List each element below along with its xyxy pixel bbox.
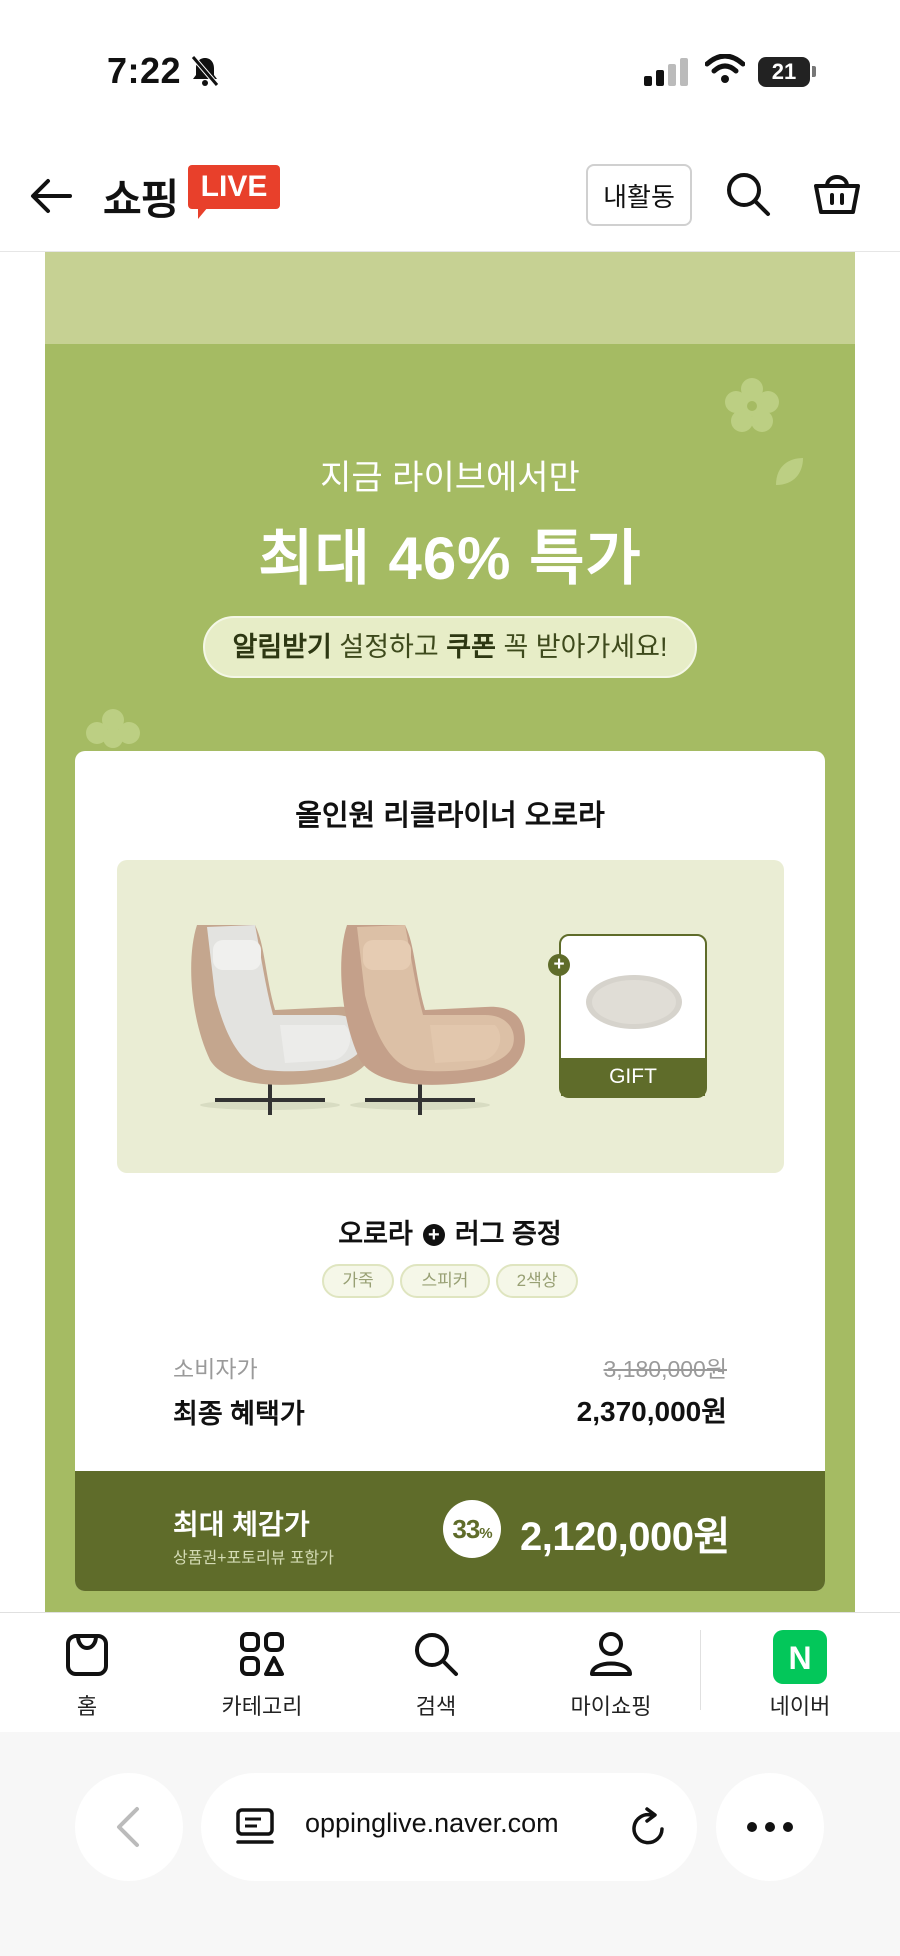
final-price-label: 최종 혜택가	[173, 1399, 305, 1429]
recliner-chair-beige-image	[341, 925, 525, 1115]
max-price-label: 최대 체감가	[173, 1509, 310, 1540]
logo-shopping[interactable]: 쇼핑	[103, 166, 179, 227]
consumer-price: 3,180,000원	[603, 1356, 727, 1382]
discount-unit: %	[479, 1525, 492, 1542]
coupon-text: 꼭 받아가세요!	[495, 632, 668, 662]
bundle-description: 오로라 + 러그 증정	[75, 1212, 825, 1251]
search-icon[interactable]	[724, 170, 772, 218]
max-price: 2,120,000원	[520, 1515, 730, 1559]
nav-label: 네이버	[769, 1694, 831, 1719]
nav-home[interactable]: 홈	[17, 1630, 157, 1721]
url-text[interactable]: oppinglive.naver.com	[305, 1808, 559, 1839]
flower-icon	[86, 709, 140, 748]
rug-image	[586, 975, 682, 1029]
wifi-icon	[705, 54, 745, 83]
nav-my-shopping[interactable]: 마이쇼핑	[541, 1630, 681, 1721]
nav-divider	[700, 1630, 701, 1710]
nav-naver[interactable]: N 네이버	[730, 1630, 870, 1721]
more-dots-icon	[747, 1822, 793, 1832]
shopping-bag-icon[interactable]	[812, 168, 862, 218]
naver-icon: N	[773, 1630, 827, 1684]
search-icon	[415, 1633, 458, 1676]
flower-icon	[725, 378, 779, 432]
feature-tag: 가죽	[322, 1264, 394, 1298]
battery-indicator: 21	[758, 57, 810, 87]
my-activity-button[interactable]: 내활동	[586, 164, 692, 226]
promo-top-band	[45, 252, 855, 344]
back-arrow-icon[interactable]	[30, 178, 72, 214]
feature-tag: 2색상	[496, 1264, 578, 1298]
nav-label: 홈	[76, 1694, 98, 1719]
coupon-alert-banner[interactable]: 알림받기 설정하고 쿠폰 꼭 받아가세요!	[203, 616, 697, 678]
feature-tag: 스피커	[400, 1264, 490, 1298]
reader-icon[interactable]	[235, 1807, 275, 1849]
chevron-left-icon	[117, 1807, 139, 1847]
bell-muted-icon	[191, 55, 219, 87]
nav-label: 검색	[415, 1694, 457, 1719]
reload-icon[interactable]	[629, 1805, 669, 1849]
coupon-bold-alert: 알림받기	[232, 632, 332, 662]
nav-label: 카테고리	[221, 1694, 303, 1719]
bundle-gift: 러그 증정	[454, 1219, 562, 1249]
browser-back-button[interactable]	[75, 1773, 183, 1881]
discount-badge: 33%	[443, 1500, 501, 1558]
discount-value: 33	[452, 1514, 480, 1544]
product-name: 올인원 리클라이너 오로라	[295, 800, 605, 832]
more-button[interactable]	[716, 1773, 824, 1881]
person-icon	[590, 1632, 632, 1676]
gift-label: GIFT	[561, 1058, 705, 1096]
plus-circle-icon: +	[422, 1224, 445, 1246]
logo-live-badge: LIVE	[188, 165, 280, 209]
bag-icon	[66, 1634, 108, 1676]
max-price-note: 상품권+포토리뷰 포함가	[173, 1550, 334, 1567]
category-icon	[240, 1632, 284, 1676]
battery-tip	[812, 66, 816, 77]
consumer-price-label: 소비자가	[173, 1356, 258, 1382]
plus-icon: +	[548, 954, 570, 976]
promo-title: 최대 46% 특가	[258, 525, 642, 592]
nav-search[interactable]: 검색	[366, 1630, 506, 1721]
status-time: 7:22	[107, 50, 182, 91]
final-price: 2,370,000원	[576, 1396, 727, 1427]
nav-label: 마이쇼핑	[570, 1694, 652, 1719]
coupon-bold-coupon: 쿠폰	[446, 632, 496, 662]
coupon-text: 설정하고	[331, 632, 447, 662]
nav-category[interactable]: 카테고리	[192, 1630, 332, 1721]
logo-live-badge-tail	[198, 207, 208, 219]
bundle-product: 오로라	[338, 1219, 413, 1249]
promo-subtitle: 지금 라이브에서만	[320, 459, 580, 497]
cellular-signal-icon	[644, 58, 688, 86]
svg-text:N: N	[788, 1640, 811, 1676]
